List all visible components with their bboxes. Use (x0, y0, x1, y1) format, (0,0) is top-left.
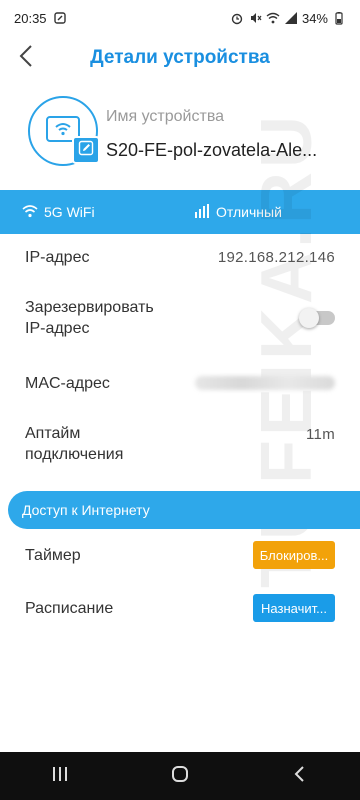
uptime-label-line1: Аптайм (25, 425, 81, 442)
system-nav-bar (0, 752, 360, 800)
ip-label: IP-адрес (25, 248, 90, 266)
uptime-label-line2: подключения (25, 446, 124, 463)
schedule-label: Расписание (25, 599, 114, 617)
reserve-ip-row: Зарезервировать IP-адрес (0, 296, 360, 340)
block-button[interactable]: Блокиров... (253, 541, 335, 569)
internet-access-title: Доступ к Интернету (22, 502, 150, 518)
mute-icon (248, 11, 262, 25)
reserve-ip-label-line1: Зарезервировать (25, 299, 154, 316)
home-icon (170, 764, 190, 789)
timer-row: Таймер Блокиров... (0, 538, 360, 572)
timer-label: Таймер (25, 546, 81, 564)
recent-apps-icon (50, 764, 70, 789)
edit-icon (78, 140, 94, 161)
chevron-left-icon (19, 44, 33, 73)
status-time: 20:35 (14, 10, 47, 26)
schedule-row: Расписание Назначит... (0, 591, 360, 625)
assign-schedule-button[interactable]: Назначит... (253, 594, 335, 622)
app-header: Детали устройства (0, 36, 360, 80)
signal-icon (284, 11, 298, 25)
signal-quality: Отличный (194, 203, 282, 221)
signal-band-label: 5G WiFi (44, 204, 95, 220)
edit-name-button[interactable] (72, 136, 100, 164)
wifi-icon (22, 204, 38, 221)
signal-quality-label: Отличный (216, 204, 282, 220)
system-back-button[interactable] (270, 756, 330, 796)
device-name: S20-FE-pol-zovatela-Ale... (106, 140, 318, 160)
toggle-knob (299, 308, 319, 328)
signal-band: 5G WiFi (22, 204, 95, 221)
uptime-value: 11m (306, 426, 335, 443)
uptime-label: Аптайм подключения (25, 423, 123, 465)
device-card: Имя устройства S20-FE-pol-zovatela-Ale..… (0, 92, 360, 182)
recent-apps-button[interactable] (30, 756, 90, 796)
reserve-ip-toggle[interactable] (299, 308, 335, 328)
reserve-ip-label-line2: IP-адрес (25, 320, 90, 337)
status-right: 34% (230, 11, 346, 26)
home-button[interactable] (150, 756, 210, 796)
signal-strength-icon (194, 203, 210, 221)
ip-row: IP-адрес 192.168.212.146 (0, 240, 360, 274)
mac-value-blurred (195, 376, 335, 390)
notification-icon (53, 11, 67, 25)
mac-label: MAC-адрес (25, 374, 110, 392)
status-bar: 20:35 34% (0, 0, 360, 36)
ip-value: 192.168.212.146 (217, 248, 335, 266)
signal-bar: 5G WiFi Отличный (0, 190, 360, 234)
status-left: 20:35 (14, 11, 67, 26)
wifi-icon (266, 11, 280, 25)
mac-row: MAC-адрес (0, 366, 360, 400)
back-icon (290, 764, 310, 789)
battery-percent: 34% (301, 10, 328, 26)
uptime-row: Аптайм подключения 11m (0, 422, 360, 466)
reserve-ip-label: Зарезервировать IP-адрес (25, 297, 154, 339)
alarm-icon (230, 11, 244, 25)
battery-icon (332, 11, 346, 25)
page-title: Детали устройства (90, 47, 270, 68)
back-button[interactable] (14, 42, 38, 74)
device-name-label: Имя устройства (106, 108, 225, 125)
internet-access-header: Доступ к Интернету (8, 491, 360, 529)
